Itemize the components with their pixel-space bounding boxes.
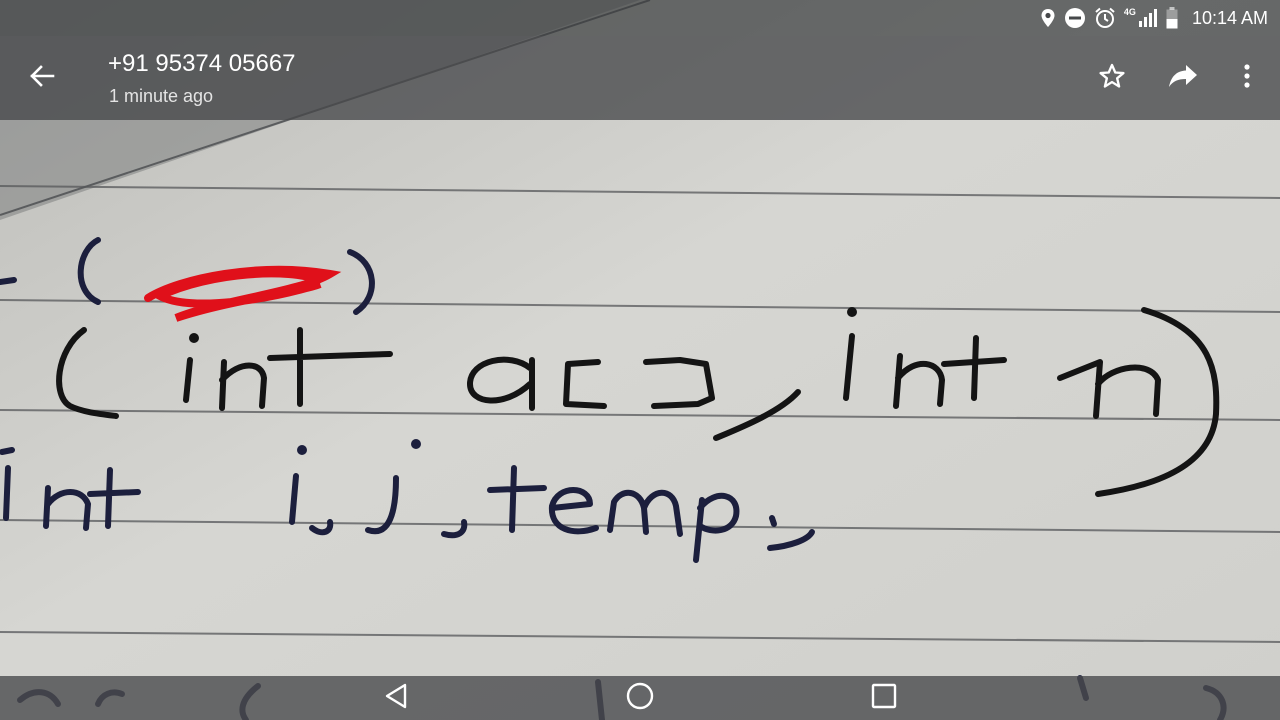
location-icon bbox=[1040, 8, 1056, 28]
arrow-back-icon bbox=[29, 63, 55, 94]
system-nav-bar bbox=[0, 676, 1280, 720]
status-icons: 4G 10:14 AM bbox=[1040, 0, 1268, 36]
viewer-app-bar: +91 95374 05667 1 minute ago bbox=[0, 36, 1280, 120]
alarm-icon bbox=[1094, 7, 1116, 29]
more-vert-icon bbox=[1243, 63, 1251, 94]
nav-recents-icon bbox=[871, 683, 897, 714]
battery-icon bbox=[1166, 7, 1178, 29]
nav-back-button[interactable] bbox=[376, 680, 416, 716]
nav-back-icon bbox=[383, 682, 409, 715]
star-icon bbox=[1098, 62, 1126, 95]
do-not-disturb-icon bbox=[1064, 7, 1086, 29]
network-type-label: 4G bbox=[1123, 7, 1136, 17]
nav-home-icon bbox=[625, 681, 655, 716]
status-clock: 10:14 AM bbox=[1191, 7, 1268, 28]
more-options-button[interactable] bbox=[1225, 56, 1269, 100]
share-icon bbox=[1168, 63, 1198, 94]
contact-title: +91 95374 05667 bbox=[108, 50, 296, 77]
forward-button[interactable] bbox=[1161, 56, 1205, 100]
status-bar: 4G 10:14 AM bbox=[0, 0, 1280, 36]
signal-4g-icon bbox=[1138, 8, 1158, 28]
nav-home-button[interactable] bbox=[620, 680, 660, 716]
timestamp-subtitle: 1 minute ago bbox=[109, 86, 214, 106]
back-button[interactable] bbox=[22, 58, 62, 98]
nav-recents-button[interactable] bbox=[864, 680, 904, 716]
star-button[interactable] bbox=[1090, 56, 1134, 100]
